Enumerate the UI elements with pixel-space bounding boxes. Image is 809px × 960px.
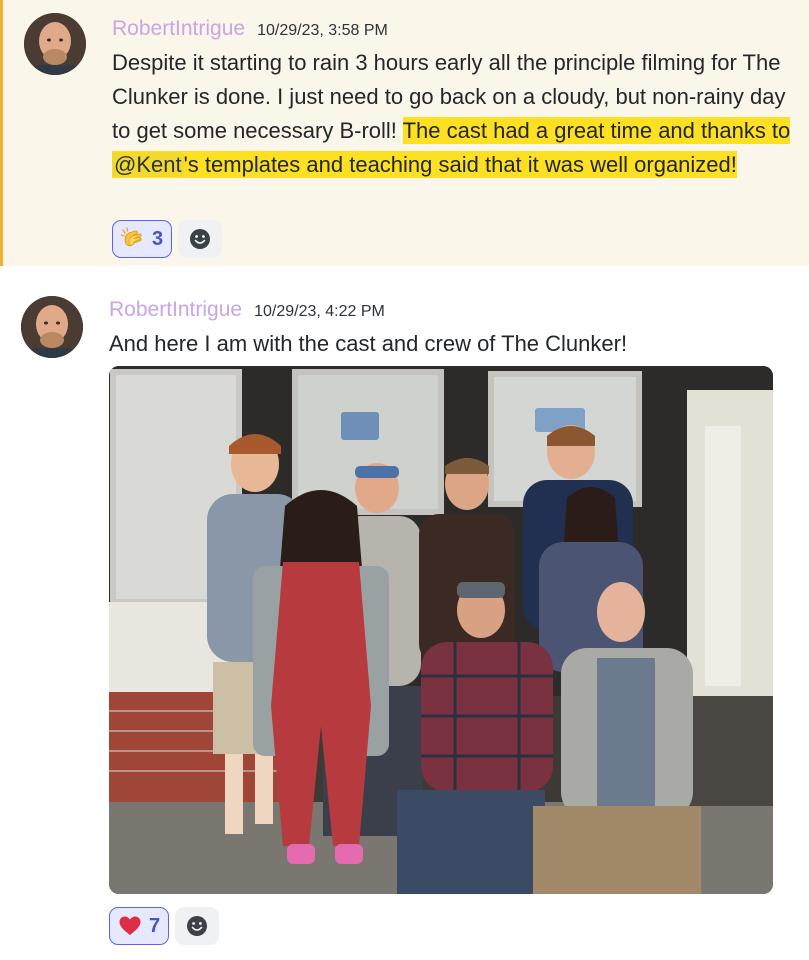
red-heart-icon: [117, 913, 143, 939]
timestamp: 10/29/23, 3:58 PM: [257, 22, 388, 39]
reaction-heart[interactable]: 7: [109, 907, 170, 945]
avatar-portrait-icon: [24, 13, 86, 75]
smiley-icon: [190, 229, 211, 249]
avatar-portrait-icon: [21, 296, 83, 358]
reaction-bar: 3: [112, 220, 223, 258]
reaction-clap[interactable]: 3: [112, 220, 173, 258]
user-mention[interactable]: @Kent: [112, 152, 184, 177]
username[interactable]: RobertIntrigue: [112, 17, 245, 41]
timestamp: 10/29/23, 4:22 PM: [254, 303, 385, 320]
highlighted-text-part-1: The cast had a great time and thanks to: [402, 118, 791, 143]
group-photo-image: [109, 366, 773, 894]
message-header: RobertIntrigue 10/29/23, 4:22 PM: [109, 298, 385, 322]
reaction-bar: 7: [109, 907, 220, 945]
highlighted-text-part-2: 's templates and teaching said that it w…: [183, 152, 737, 177]
clapping-hands-icon: [120, 226, 146, 252]
add-reaction-button[interactable]: [175, 907, 220, 945]
message-header: RobertIntrigue 10/29/23, 3:58 PM: [112, 17, 388, 41]
smiley-icon: [187, 916, 208, 936]
reaction-count: 3: [152, 227, 164, 250]
message-highlighted[interactable]: RobertIntrigue 10/29/23, 3:58 PM Despite…: [0, 0, 809, 266]
message-text: And here I am with the cast and crew of …: [109, 331, 628, 356]
add-reaction-button[interactable]: [178, 220, 223, 258]
user-avatar[interactable]: [21, 296, 83, 358]
message[interactable]: RobertIntrigue 10/29/23, 4:22 PM And her…: [0, 266, 809, 960]
reaction-count: 7: [149, 914, 161, 937]
message-content: Despite it starting to rain 3 hours earl…: [112, 46, 792, 182]
user-avatar[interactable]: [24, 13, 86, 75]
photo-attachment[interactable]: [109, 366, 773, 894]
username[interactable]: RobertIntrigue: [109, 298, 242, 322]
